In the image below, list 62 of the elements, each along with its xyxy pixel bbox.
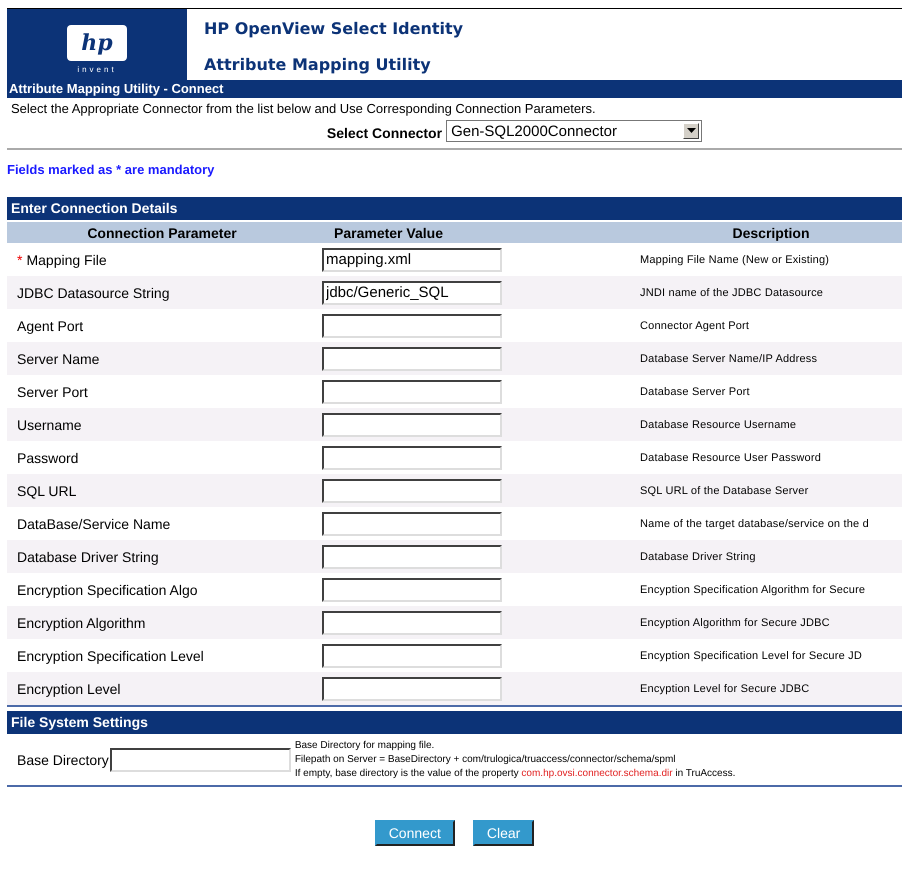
parameter-label: Password [17,450,78,466]
input-field[interactable] [322,544,502,568]
connector-dropdown[interactable]: Gen-SQL2000Connector [446,120,702,142]
mandatory-note: Fields marked as * are mandatory [7,162,216,177]
input-field[interactable] [322,676,502,700]
instruction-text: Select the Appropriate Connector from the list below and Use Corresponding Connection Parameters. [11,101,597,116]
help-text: Base Directory for mapping file. [294,738,436,752]
base-directory-label: Base Directory [16,752,109,768]
column-header: Parameter Value [333,224,444,240]
parameter-label: Database Driver String [17,548,159,564]
input-field[interactable] [110,748,291,772]
input-field[interactable] [322,610,502,634]
parameter-label: Server Port [17,384,88,400]
description-text: Database Server Port [640,386,751,398]
description-text: Encyption Specification Algorithm for Secure [640,584,866,596]
parameter-label: Encryption Algorithm [17,614,146,630]
property-link[interactable]: com.hp.ovsi.connector.schema.dir [521,768,673,778]
parameter-label: Server Name [17,350,100,366]
description-text: Mapping File Name (New or Existing) [640,254,830,266]
help-text: Filepath on Server = BaseDirectory + com/trulogica/truaccess/connector/schema/spml [294,752,677,766]
description-text: Database Server Name/IP Address [640,352,818,364]
column-header: Description [731,224,810,240]
input-field[interactable] [322,578,502,602]
section-header: Enter Connection Details [7,197,902,220]
parameter-label: Encryption Specification Level [17,648,204,664]
section-header: File System Settings [7,711,902,734]
product-title: HP OpenView Select Identity [204,19,464,38]
logo: hp invent [7,9,187,80]
input-field[interactable] [322,412,502,436]
input-field[interactable] [322,512,502,536]
description-text: Encyption Algorithm for Secure JDBC [640,616,831,628]
input-field[interactable] [322,314,502,338]
input-field[interactable] [322,644,502,668]
input-field[interactable] [322,346,502,370]
parameter-label: Mapping File [26,252,107,268]
description-text: JNDI name of the JDBC Datasource [640,286,824,298]
input-field[interactable] [322,478,502,502]
page-title-bar: Attribute Mapping Utility - Connect [7,80,902,98]
parameter-label: Username [17,416,82,432]
parameter-label: Encryption Specification Algo [17,582,198,598]
description-text: Database Resource Username [640,418,798,430]
description-text: Encyption Level for Secure JDBC [640,682,810,694]
description-text: SQL URL of the Database Server [640,484,810,496]
parameter-label: Encryption Level [17,680,121,696]
parameter-label: JDBC Datasource String [17,284,170,300]
select-connector-label: Select Connector [326,125,442,141]
parameter-label: Agent Port [17,318,84,334]
input-field[interactable]: mapping.xml [322,248,502,272]
column-header: Connection Parameter [86,224,238,240]
description-text: Connector Agent Port [640,320,750,332]
utility-title: Attribute Mapping Utility [204,55,432,74]
description-text: Database Resource User Password [640,452,822,464]
description-text: Encyption Specification Level for Secure JD [640,650,863,662]
help-text: If empty, base directory is the value of the property com.hp.ovsi.connector.schema.dir in TruAccess. [294,766,736,780]
input-field[interactable] [322,446,502,470]
description-text: Name of the target database/service on the d [640,518,870,530]
parameter-label: DataBase/Service Name [17,516,170,532]
input-field[interactable]: jdbc/Generic_SQL [322,280,502,304]
input-field[interactable] [322,380,502,404]
required-asterisk: * [17,252,22,268]
parameter-label: SQL URL [17,482,76,498]
description-text: Database Driver String [640,550,757,562]
